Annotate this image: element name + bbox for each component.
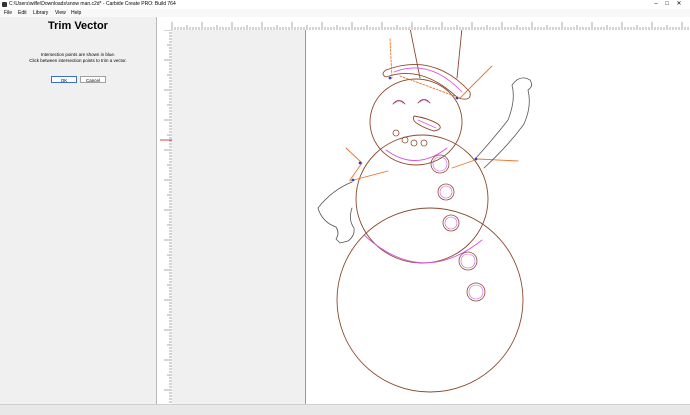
design-canvas[interactable] xyxy=(172,30,690,404)
top-ruler xyxy=(160,17,690,30)
close-button[interactable]: ✕ xyxy=(673,0,685,9)
cancel-button[interactable]: Cancel xyxy=(80,76,106,83)
intersection-point xyxy=(351,178,355,182)
window-titlebar: C:\Users\wilfe\Downloads\snow man.c2d* -… xyxy=(0,0,690,9)
maximize-button[interactable]: □ xyxy=(661,0,673,9)
intersection-point xyxy=(455,96,459,100)
menu-file[interactable]: File xyxy=(4,9,12,17)
intersection-point xyxy=(388,76,392,80)
menu-library[interactable]: Library xyxy=(33,9,48,17)
intersection-point xyxy=(358,161,362,165)
menu-help[interactable]: Help xyxy=(71,9,81,17)
window-title: C:\Users\wilfe\Downloads\snow man.c2d* -… xyxy=(9,1,176,7)
trim-vector-panel: Trim Vector Intersection points are show… xyxy=(0,17,157,404)
intersection-point xyxy=(474,157,478,161)
left-ruler xyxy=(160,30,172,404)
ok-button[interactable]: OK xyxy=(51,76,77,83)
menu-view[interactable]: View xyxy=(55,9,66,17)
app-icon xyxy=(2,2,7,7)
panel-title: Trim Vector xyxy=(48,20,108,32)
job-stock-area xyxy=(306,30,690,404)
menu-edit[interactable]: Edit xyxy=(18,9,27,17)
design-canvas-area[interactable] xyxy=(172,30,690,404)
status-bar xyxy=(0,404,690,415)
panel-info-line-2: Click between intersection points to tri… xyxy=(29,58,127,63)
